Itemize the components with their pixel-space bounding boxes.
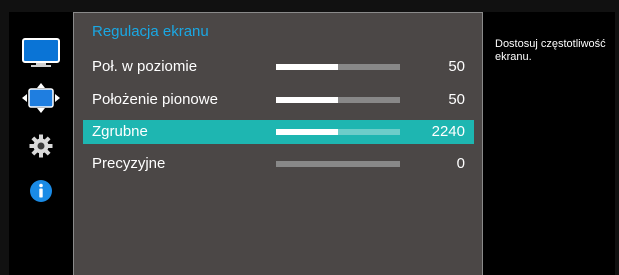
menu-item-v-position[interactable]: Położenie pionowe 50 — [83, 88, 474, 112]
coarse-slider[interactable] — [276, 129, 400, 135]
gear-icon[interactable] — [9, 129, 72, 163]
menu-item-label: Poł. w poziomie — [92, 58, 198, 75]
menu-item-h-position[interactable]: Poł. w poziomie 50 — [83, 55, 474, 79]
slider-fill — [276, 97, 338, 103]
menu-item-value: 0 — [456, 155, 465, 172]
menu-title: Regulacja ekranu — [92, 23, 209, 40]
h-position-slider[interactable] — [276, 64, 400, 70]
screen-adjustment-icon[interactable] — [9, 81, 72, 115]
slider-fill — [276, 129, 338, 135]
menu-item-label: Położenie pionowe — [92, 91, 218, 108]
menu-item-fine[interactable]: Precyzyjne 0 — [83, 152, 474, 176]
v-position-slider[interactable] — [276, 97, 400, 103]
slider-fill — [276, 64, 338, 70]
menu-item-value: 2240 — [431, 123, 465, 140]
menu-item-value: 50 — [448, 91, 465, 108]
side-menu — [9, 12, 72, 275]
menu-item-value: 50 — [448, 58, 465, 75]
picture-icon[interactable] — [9, 36, 72, 70]
help-text: Dostosuj częstotliwość ekranu. — [495, 38, 606, 63]
menu-item-label: Zgrubne — [92, 123, 148, 140]
menu-item-label: Precyzyjne — [92, 155, 166, 172]
info-icon[interactable] — [9, 174, 72, 208]
help-panel: Dostosuj częstotliwość ekranu. — [483, 12, 615, 275]
fine-slider[interactable] — [276, 161, 400, 167]
screen-adjustment-panel: Regulacja ekranu Poł. w poziomie 50 Poło… — [73, 12, 483, 275]
menu-item-coarse[interactable]: Zgrubne 2240 — [83, 120, 474, 144]
